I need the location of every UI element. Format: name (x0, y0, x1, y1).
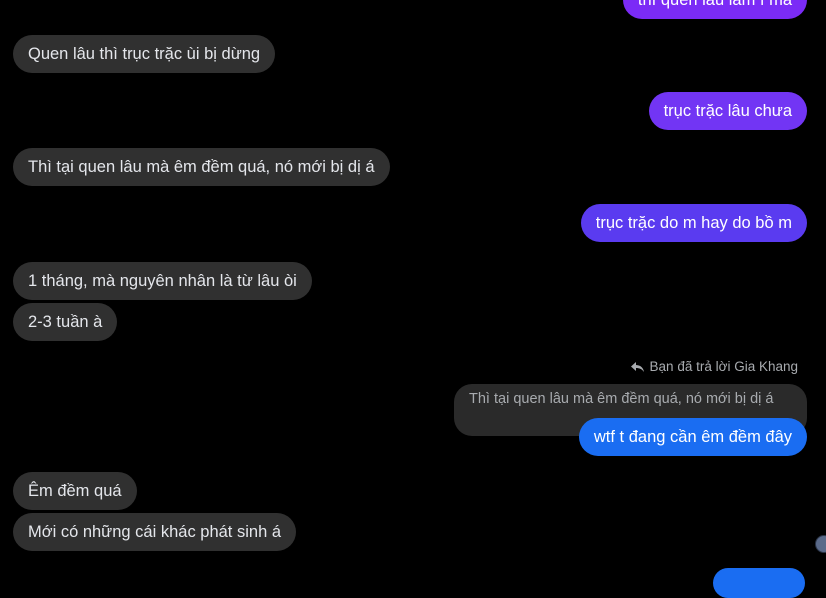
message-outgoing-partial[interactable]: thì quen lâu lắm í mà (622, 0, 807, 19)
seen-avatar (815, 535, 826, 553)
message-incoming[interactable]: 1 tháng, mà nguyên nhân là từ lâu òi (13, 262, 312, 300)
reply-label-text: Bạn đã trả lời Gia Khang (649, 359, 798, 374)
message-incoming[interactable]: Mới có những cái khác phát sinh á (13, 513, 297, 551)
message-outgoing-reply[interactable]: wtf t đang cần êm đềm đây (578, 418, 807, 456)
message-outgoing[interactable]: trục trặc do m hay do bồ m (580, 204, 807, 242)
message-incoming[interactable]: Êm đềm quá (13, 472, 137, 510)
message-outgoing[interactable]: trục trặc lâu chưa (648, 92, 807, 130)
message-incoming[interactable]: 2-3 tuần à (13, 303, 118, 341)
message-incoming[interactable]: Quen lâu thì trục trặc ùi bị dừng (13, 35, 276, 73)
quoted-message-text: Thì tại quen lâu mà êm đềm quá, nó mới b… (469, 391, 774, 407)
message-outgoing-partial-bottom[interactable] (713, 568, 805, 598)
reply-arrow-icon (630, 361, 644, 372)
reply-context: Bạn đã trả lời Gia Khang (630, 359, 798, 374)
message-incoming[interactable]: Thì tại quen lâu mà êm đềm quá, nó mới b… (13, 148, 390, 186)
